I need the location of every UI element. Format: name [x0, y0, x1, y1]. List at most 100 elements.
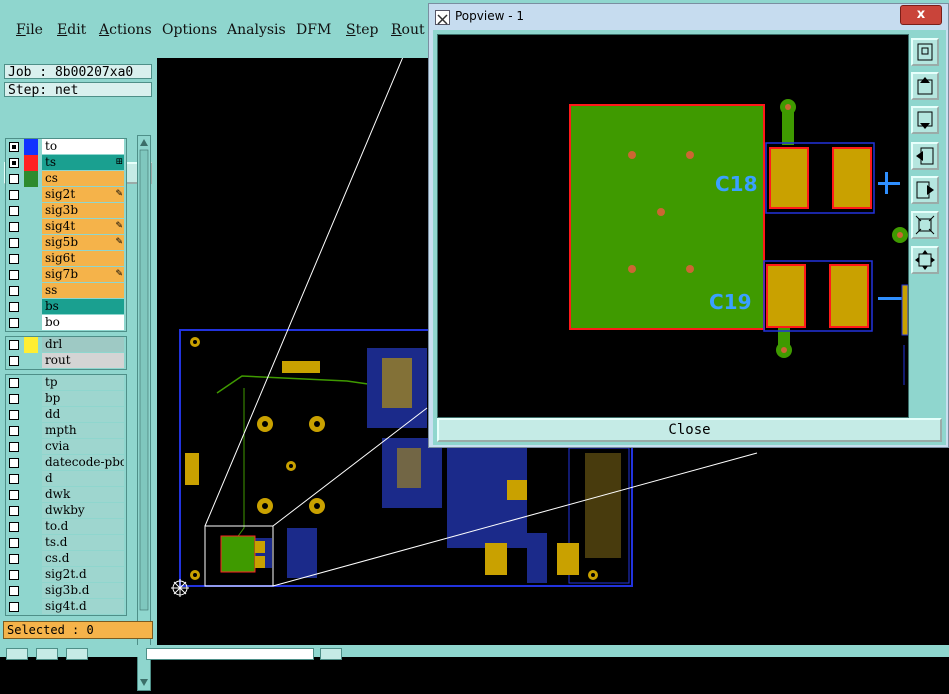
layer-checkbox[interactable]: [9, 522, 19, 532]
menu-step[interactable]: Step: [346, 22, 378, 38]
layer-checkbox[interactable]: [9, 174, 19, 184]
layer-checkbox[interactable]: [9, 318, 19, 328]
menu-rout[interactable]: Rout: [391, 22, 425, 38]
layer-checkbox[interactable]: [9, 394, 19, 404]
layer-checkbox[interactable]: [9, 506, 19, 516]
layer-row[interactable]: ts.d: [6, 535, 126, 551]
layer-row[interactable]: dwk: [6, 487, 126, 503]
layer-row[interactable]: sig2t.d: [6, 567, 126, 583]
layer-row[interactable]: to.d: [6, 519, 126, 535]
misc-layer-list: tp bp dd mpth cvia datecode-pbo d dwk dw…: [5, 374, 127, 616]
step-label: Step: net: [4, 82, 152, 98]
layer-name: sig3b: [42, 203, 124, 218]
layer-color-swatch: [24, 155, 38, 171]
menu-edit[interactable]: Edit: [57, 22, 86, 38]
menu-analysis[interactable]: Analysis: [227, 22, 286, 38]
menu-actions[interactable]: Actions: [99, 22, 152, 38]
layer-row[interactable]: sig3b.d: [6, 583, 126, 599]
toolbar-button[interactable]: [66, 648, 88, 660]
layer-row-ts[interactable]: ts ⊞: [6, 155, 126, 171]
fit-icon[interactable]: [911, 211, 939, 239]
layer-row[interactable]: sig4t.d: [6, 599, 126, 615]
layer-row[interactable]: cs.d: [6, 551, 126, 567]
layer-name: cs.d: [42, 551, 124, 566]
layer-row-drl[interactable]: drl: [6, 337, 126, 353]
layer-name: bo: [42, 315, 124, 330]
pan-left-icon[interactable]: [911, 142, 939, 170]
layer-row-sig4t[interactable]: sig4t ✎: [6, 219, 126, 235]
layer-checkbox[interactable]: [9, 158, 19, 168]
popview-titlebar[interactable]: Popview - 1 x: [429, 4, 948, 30]
layer-name: d: [42, 471, 124, 486]
center-icon[interactable]: [911, 246, 939, 274]
layer-scrollbar[interactable]: [137, 135, 151, 691]
pan-right-icon[interactable]: [911, 176, 939, 204]
layer-checkbox[interactable]: [9, 570, 19, 580]
toolbar-button[interactable]: [320, 648, 342, 660]
layer-checkbox[interactable]: [9, 286, 19, 296]
layer-checkbox[interactable]: [9, 490, 19, 500]
layer-checkbox[interactable]: [9, 602, 19, 612]
layer-checkbox[interactable]: [9, 410, 19, 420]
layer-checkbox[interactable]: [9, 238, 19, 248]
layer-row-sig6t[interactable]: sig6t: [6, 251, 126, 267]
menu-file[interactable]: File: [16, 22, 43, 38]
layer-checkbox[interactable]: [9, 554, 19, 564]
zoom-window-icon[interactable]: [911, 38, 939, 66]
layer-checkbox[interactable]: [9, 458, 19, 468]
zoom-in-icon[interactable]: [911, 72, 939, 100]
layer-row-ss[interactable]: ss: [6, 283, 126, 299]
layer-row[interactable]: datecode-pbo: [6, 455, 126, 471]
command-input[interactable]: [146, 648, 314, 660]
layer-row-sig7b[interactable]: sig7b ✎: [6, 267, 126, 283]
layer-row-bs[interactable]: bs: [6, 299, 126, 315]
layer-name: cs: [42, 171, 124, 186]
layer-row-rout[interactable]: rout: [6, 353, 126, 369]
layer-row[interactable]: d: [6, 471, 126, 487]
layer-checkbox[interactable]: [9, 302, 19, 312]
layer-name: sig3b.d: [42, 583, 124, 598]
layer-checkbox[interactable]: [9, 254, 19, 264]
layer-name: to.d: [42, 519, 124, 534]
toolbar-button[interactable]: [6, 648, 28, 660]
layer-row-to[interactable]: to: [6, 139, 126, 155]
layer-row[interactable]: mpth: [6, 423, 126, 439]
menu-dfm[interactable]: DFM: [296, 22, 331, 38]
layer-row-cs[interactable]: cs: [6, 171, 126, 187]
layer-checkbox[interactable]: [9, 206, 19, 216]
layer-checkbox[interactable]: [9, 586, 19, 596]
layer-row-sig2t[interactable]: sig2t ✎: [6, 187, 126, 203]
job-label: Job : 8b00207xa0: [4, 64, 152, 80]
layer-row[interactable]: tp: [6, 375, 126, 391]
layer-checkbox[interactable]: [9, 426, 19, 436]
layer-name: ts.d: [42, 535, 124, 550]
layer-checkbox[interactable]: [9, 442, 19, 452]
window-close-button[interactable]: x: [900, 5, 942, 25]
layer-checkbox[interactable]: [9, 222, 19, 232]
layer-row[interactable]: dd: [6, 407, 126, 423]
layer-checkbox[interactable]: [9, 270, 19, 280]
layer-row[interactable]: cvia: [6, 439, 126, 455]
layer-row-sig3b[interactable]: sig3b: [6, 203, 126, 219]
layer-row-bo[interactable]: bo: [6, 315, 126, 331]
layer-checkbox[interactable]: [9, 356, 19, 366]
layer-checkbox[interactable]: [9, 378, 19, 388]
popview-window: Popview - 1 x C18 C19 Close: [428, 3, 949, 448]
layer-checkbox[interactable]: [9, 142, 19, 152]
layer-row-sig5b[interactable]: sig5b ✎: [6, 235, 126, 251]
toolbar-button[interactable]: [36, 648, 58, 660]
popview-title: Popview - 1: [455, 9, 524, 23]
layer-name: to: [42, 139, 124, 154]
layer-checkbox[interactable]: [9, 190, 19, 200]
layer-checkbox[interactable]: [9, 474, 19, 484]
zoom-out-icon[interactable]: [911, 106, 939, 134]
layer-row[interactable]: bp: [6, 391, 126, 407]
drill-layer-list: drl rout: [5, 336, 127, 370]
layer-name: sig4t: [42, 219, 124, 234]
menu-options[interactable]: Options: [162, 22, 217, 38]
close-button[interactable]: Close: [437, 418, 942, 442]
layer-row[interactable]: dwkby: [6, 503, 126, 519]
layer-checkbox[interactable]: [9, 340, 19, 350]
layer-checkbox[interactable]: [9, 538, 19, 548]
popview-canvas[interactable]: [437, 34, 909, 418]
